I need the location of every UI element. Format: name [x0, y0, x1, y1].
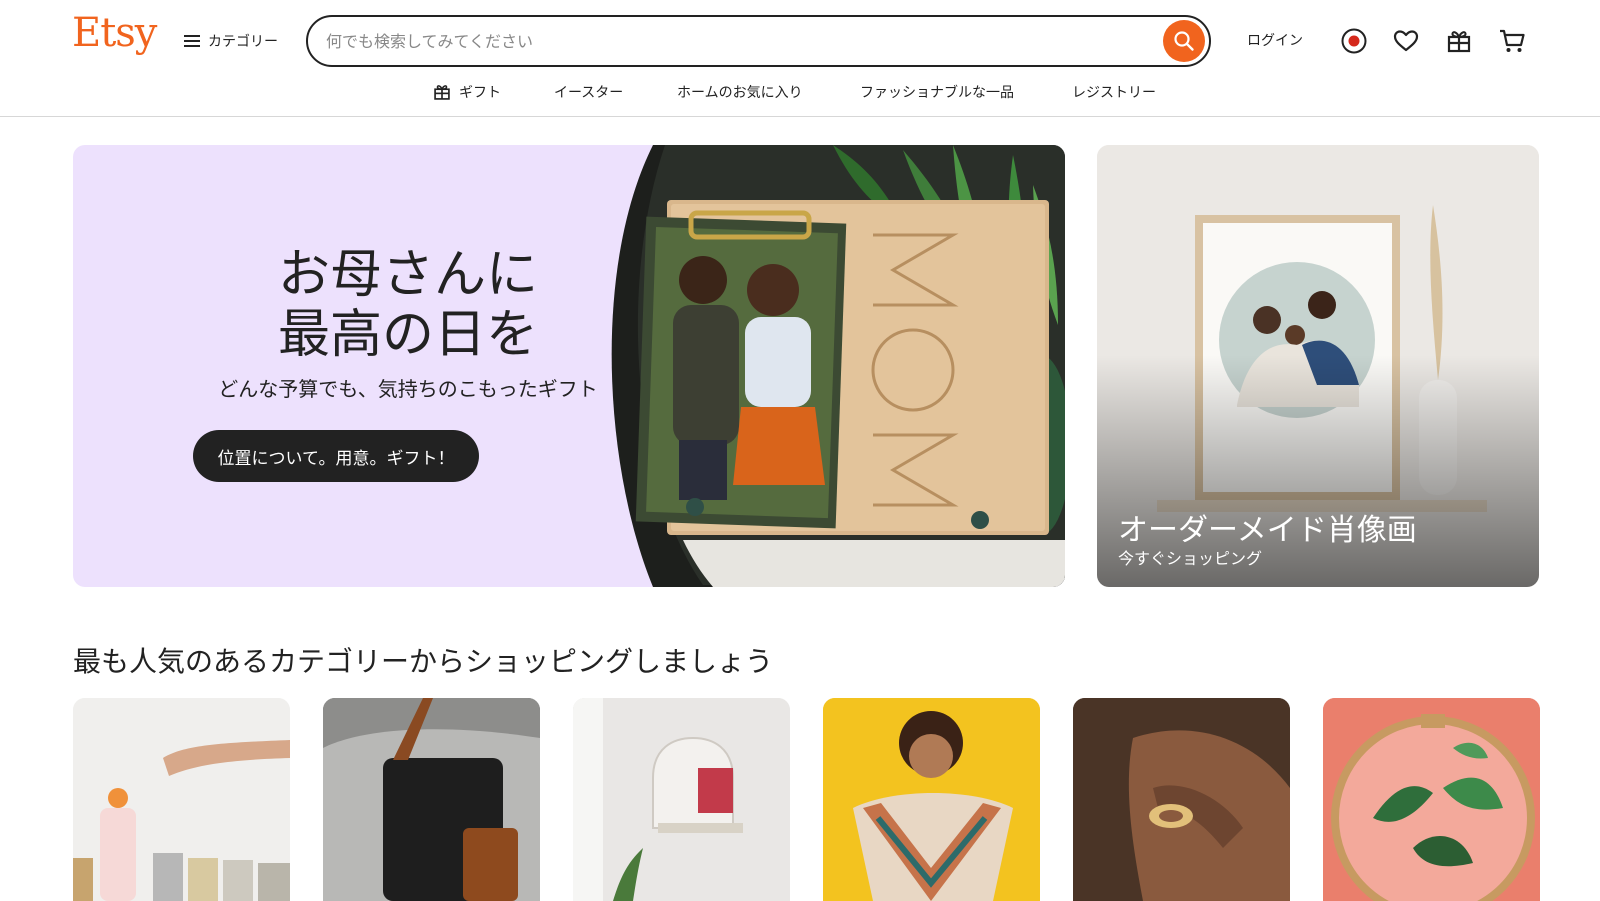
gift-mode-button[interactable] [1442, 24, 1476, 58]
subnav-item-registry[interactable]: レジストリー [1072, 82, 1156, 102]
favorites-button[interactable] [1389, 24, 1423, 58]
subnav-item-label: イースター [554, 85, 624, 101]
category-card-bags[interactable] [323, 698, 540, 901]
search-icon [1174, 31, 1194, 51]
search-bar [306, 15, 1211, 67]
hero-mom-frame-image [611, 145, 1065, 587]
category-image-clothing [823, 698, 1040, 901]
etsy-logo[interactable]: Etsy [72, 10, 157, 56]
category-card-home-decor[interactable] [573, 698, 790, 901]
gift-icon [1447, 31, 1471, 53]
popular-categories-title: 最も人気のあるカテゴリーからショッピングしましょう [73, 645, 774, 678]
gift-icon [434, 85, 450, 100]
search-button[interactable] [1163, 20, 1205, 62]
site-header: Etsy カテゴリー ログイン [0, 0, 1600, 117]
subnav-item-label: ギフト [459, 85, 501, 101]
subnav-item-home-favorites[interactable]: ホームのお気に入り [677, 82, 803, 102]
heart-icon [1393, 30, 1419, 52]
menu-icon [184, 35, 200, 47]
custom-portrait-card[interactable]: オーダーメイド肖像画 今すぐショッピング [1097, 145, 1539, 587]
side-card-subtitle: 今すぐショッピング [1118, 549, 1263, 568]
subnav-item-label: レジストリー [1072, 85, 1156, 101]
category-card-jewelry[interactable] [1073, 698, 1290, 901]
cart-button[interactable] [1495, 24, 1529, 58]
categories-label: カテゴリー [208, 34, 278, 50]
login-link[interactable]: ログイン [1247, 30, 1303, 50]
categories-button[interactable]: カテゴリー [184, 27, 278, 55]
category-image-embroidery [1323, 698, 1540, 901]
updates-icon [1341, 28, 1367, 54]
hero-title-line1: お母さんに [277, 245, 538, 305]
hero-cta-button[interactable]: 位置について。用意。ギフト！ [193, 430, 479, 482]
side-card-title: オーダーメイド肖像画 [1118, 513, 1417, 548]
hero-banner[interactable]: お母さんに 最高の日を どんな予算でも、気持ちのこもったギフト 位置について。用… [73, 145, 1065, 587]
category-card-craft[interactable] [1323, 698, 1540, 901]
subnav-item-label: ファッショナブルな一品 [860, 85, 1014, 101]
category-image-jewelry [1073, 698, 1290, 901]
cart-icon [1500, 29, 1525, 52]
updates-button[interactable] [1337, 24, 1371, 58]
search-input[interactable] [326, 27, 1126, 55]
category-image-home-living [73, 698, 290, 901]
category-card-clothing[interactable] [823, 698, 1040, 901]
subnav-item-fashion[interactable]: ファッショナブルな一品 [860, 82, 1014, 102]
hero-title: お母さんに 最高の日を [193, 245, 623, 365]
hero-subtitle: どんな予算でも、気持ちのこもったギフト [218, 377, 598, 401]
category-image-home-decor [573, 698, 790, 901]
category-image-bags [323, 698, 540, 901]
subnav-item-easter[interactable]: イースター [554, 82, 623, 102]
hero-title-line2: 最高の日を [277, 305, 538, 365]
subnav-item-label: ホームのお気に入り [677, 85, 803, 101]
category-card-home[interactable] [73, 698, 290, 901]
category-nav: ギフト イースター ホームのお気に入り ファッショナブルな一品 レジストリー [0, 78, 1600, 106]
subnav-item-gift[interactable]: ギフト [433, 82, 501, 102]
